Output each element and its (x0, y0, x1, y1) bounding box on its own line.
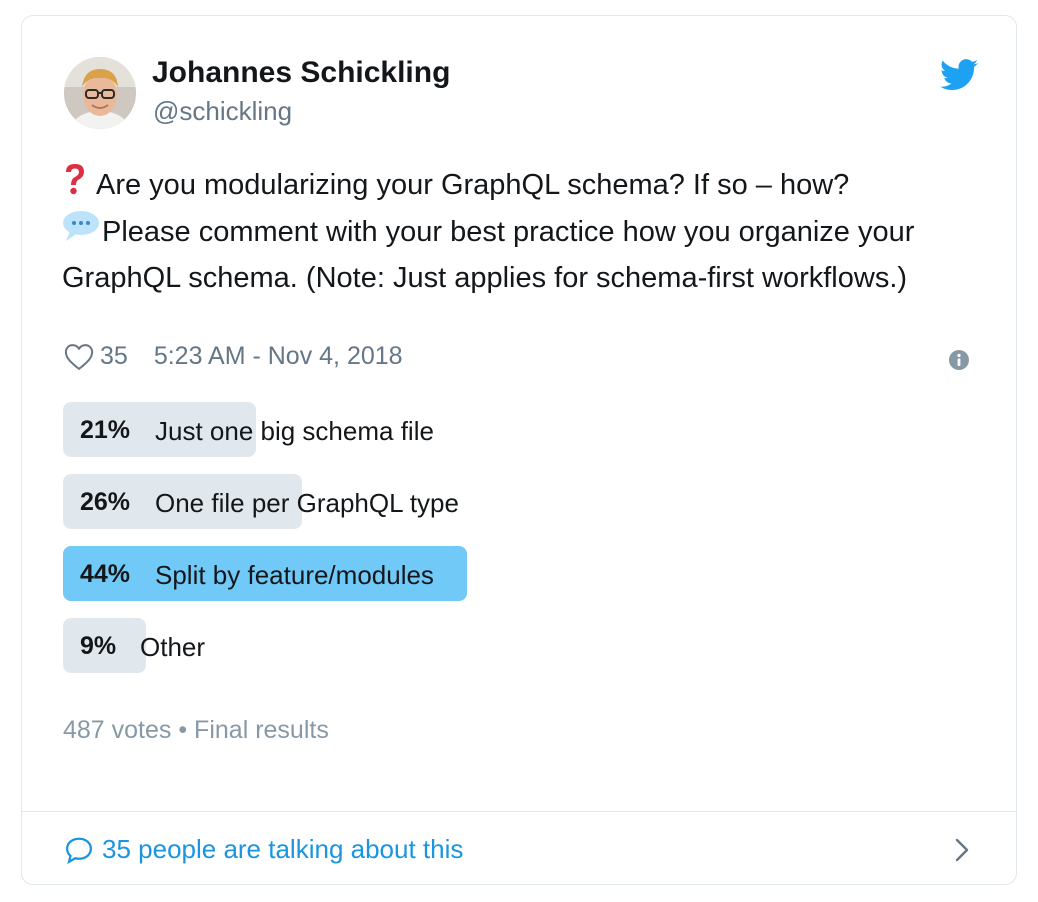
poll-option: 26% One file per GraphQL type (63, 474, 459, 529)
poll-option: 44% Split by feature/modules (63, 546, 467, 601)
twitter-bird-icon[interactable] (940, 59, 978, 91)
tweet-line-question: Are you modularizing your GraphQL schema… (96, 169, 850, 201)
tweet-text: Are you modularizing your GraphQL schema… (62, 162, 962, 300)
poll-option: 21% Just one big schema file (63, 402, 434, 457)
conversation-link[interactable]: 35 people are talking about this (64, 834, 463, 865)
poll-percent: 26% (80, 488, 131, 516)
speech-bubble-icon (65, 837, 93, 864)
info-icon[interactable] (948, 349, 970, 371)
tweet-meta: 35 5:23 AM - Nov 4, 2018 (64, 342, 403, 371)
poll-label: Other (140, 632, 206, 662)
speech-balloon-icon (62, 209, 102, 256)
author-name[interactable]: Johannes Schickling (152, 56, 450, 90)
like-count[interactable]: 35 (100, 342, 128, 371)
divider (22, 811, 1016, 812)
tweet-card: Johannes Schickling @schickling Are you … (21, 15, 1017, 885)
heart-icon[interactable] (64, 343, 94, 371)
conversation-link-text[interactable]: 35 people are talking about this (102, 834, 463, 865)
tweet-line-request: Please comment with your best practice h… (62, 216, 915, 294)
poll-option: 9% Other (63, 618, 205, 673)
chevron-right-icon[interactable] (952, 836, 972, 864)
speech-balloon-glyph (63, 211, 99, 241)
poll-percent: 9% (80, 632, 117, 660)
poll-label: One file per GraphQL type (155, 488, 459, 518)
tweet-timestamp[interactable]: 5:23 AM - Nov 4, 2018 (154, 342, 403, 371)
poll-percent: 44% (80, 560, 131, 588)
poll-summary: 487 votes • Final results (63, 716, 329, 744)
poll-label: Split by feature/modules (155, 560, 434, 590)
poll-label: Just one big schema file (155, 416, 434, 446)
avatar[interactable] (64, 57, 136, 129)
author-handle[interactable]: @schickling (153, 96, 292, 127)
question-mark-icon (62, 162, 96, 209)
poll-percent: 21% (80, 416, 131, 444)
question-mark-glyph (66, 164, 84, 195)
